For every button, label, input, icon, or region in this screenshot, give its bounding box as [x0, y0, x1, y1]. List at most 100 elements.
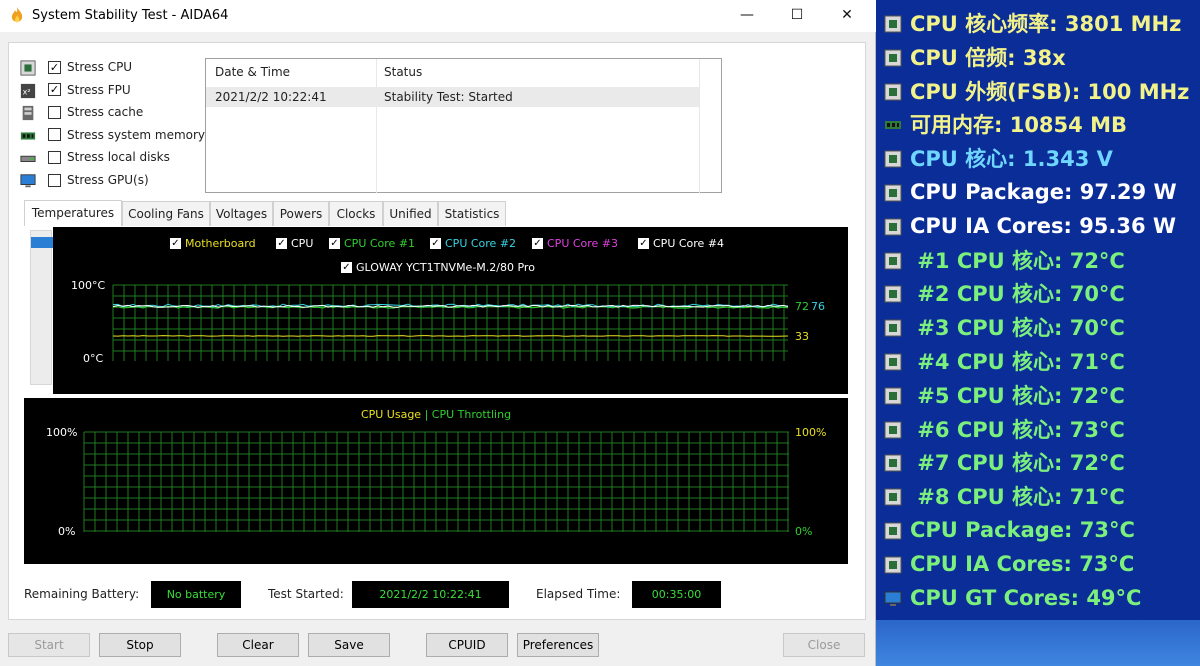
test-started-label: Test Started: [268, 587, 344, 601]
cpu-icon [884, 82, 902, 101]
stress-checkbox[interactable] [48, 150, 61, 164]
tab-cooling-fans[interactable]: Cooling Fans [122, 201, 210, 226]
cpu-icon [884, 318, 902, 337]
cpu-icon [884, 284, 902, 303]
tab-clocks[interactable]: Clocks [329, 201, 383, 226]
legend-checkbox[interactable]: ✓ [276, 238, 287, 249]
cpu-icon [884, 48, 902, 67]
stress-label: Stress FPU [67, 82, 131, 97]
osd-row: CPU 倍频: 38x [884, 40, 1066, 74]
stress-option[interactable]: ✓ Stress CPU [20, 57, 132, 77]
osd-row: CPU Package: 97.29 W [884, 175, 1177, 209]
temperature-chart [112, 284, 789, 361]
stop-button[interactable]: Stop [99, 633, 181, 657]
cpu-icon [884, 149, 902, 168]
legend-label: CPU [291, 237, 314, 250]
legend-checkbox[interactable]: ✓ [532, 238, 543, 249]
memory-icon [20, 128, 36, 142]
legend-item[interactable]: ✓ CPU Core #2 [430, 237, 516, 250]
start-button[interactable]: Start [8, 633, 90, 657]
osd-row: CPU 核心: 1.343 V [884, 141, 1113, 175]
osd-row: CPU IA Cores: 95.36 W [884, 209, 1176, 243]
tab-unified[interactable]: Unified [383, 201, 438, 226]
legend-checkbox[interactable]: ✓ [341, 262, 352, 273]
log-status: Stability Test: Started [384, 90, 513, 104]
memory-icon [884, 115, 902, 133]
close-window-button[interactable]: ✕ [824, 0, 870, 32]
osd-text: #1 CPU 核心: 72°C [910, 248, 1125, 273]
elapsed-time-value: 00:35:00 [632, 581, 721, 608]
cpu-icon [884, 183, 902, 202]
stress-option[interactable]: x² ✓ Stress FPU [20, 80, 131, 100]
stress-checkbox[interactable]: ✓ [48, 60, 61, 74]
legend-item[interactable]: ✓ CPU Core #4 [638, 237, 724, 250]
legend-checkbox[interactable]: ✓ [329, 238, 340, 249]
legend-item[interactable]: ✓ Motherboard [170, 237, 256, 250]
stress-checkbox[interactable]: ✓ [48, 83, 61, 97]
maximize-button[interactable]: ☐ [774, 0, 820, 32]
osd-row: CPU 核心频率: 3801 MHz [884, 6, 1181, 40]
cpu-icon [884, 521, 902, 540]
temperature-graph: ✓ Motherboard ✓ CPU ✓ CPU Core #1 ✓ CPU Core #2… [53, 227, 848, 394]
osd-text: CPU 核心: 1.343 V [910, 147, 1113, 172]
usage-axis-min: 0% [58, 525, 76, 538]
osd-text: #6 CPU 核心: 73°C [910, 417, 1125, 442]
title-bar[interactable]: System Stability Test - AIDA64 — ☐ ✕ [0, 0, 876, 32]
osd-text: 可用内存: 10854 MB [910, 113, 1127, 138]
stress-option[interactable]: Stress system memory [20, 125, 205, 145]
legend-label: GLOWAY YCT1TNVMe-M.2/80 Pro [356, 261, 535, 274]
log-header-status[interactable]: Status [384, 65, 422, 79]
osd-text: #5 CPU 核心: 72°C [910, 383, 1125, 408]
legend-item[interactable]: ✓ CPU [276, 237, 313, 250]
cpu-icon [884, 453, 902, 472]
osd-text: #4 CPU 核心: 71°C [910, 350, 1125, 374]
temp-value-hot1: 72 [795, 300, 809, 313]
tab-temperatures[interactable]: Temperatures [24, 200, 122, 226]
cpu-usage-chart [83, 431, 789, 532]
stress-checkbox[interactable] [48, 128, 61, 142]
window-title: System Stability Test - AIDA64 [32, 8, 229, 23]
fpu-icon: x² [20, 83, 36, 98]
legend-checkbox[interactable]: ✓ [430, 238, 441, 249]
legend-checkbox[interactable]: ✓ [170, 238, 181, 249]
stress-option[interactable]: Stress GPU(s) [20, 170, 149, 190]
log-row[interactable]: 2021/2/2 10:22:41 Stability Test: Starte… [206, 87, 699, 107]
legend-checkbox[interactable]: ✓ [638, 238, 649, 249]
stress-option[interactable]: Stress cache [20, 102, 143, 122]
osd-row: #5 CPU 核心: 72°C [884, 378, 1125, 412]
usage-value-max: 100% [795, 426, 827, 439]
preferences-button[interactable]: Preferences [517, 633, 599, 657]
osd-text: CPU GT Cores: 49°C [910, 585, 1142, 610]
clear-button[interactable]: Clear [217, 633, 299, 657]
osd-text: #3 CPU 核心: 70°C [910, 316, 1125, 341]
log-list[interactable]: Date & Time Status 2021/2/2 10:22:41 Sta… [205, 58, 722, 193]
log-header-datetime[interactable]: Date & Time [215, 65, 290, 79]
stress-option[interactable]: Stress local disks [20, 147, 170, 167]
save-button[interactable]: Save [308, 633, 390, 657]
legend-item[interactable]: ✓ CPU Core #1 [329, 237, 415, 250]
usage-axis-max: 100% [46, 426, 78, 439]
temp-value-hot2: 76 [811, 300, 825, 313]
svg-text:x²: x² [23, 87, 31, 96]
osd-text: CPU Package: 97.29 W [910, 180, 1177, 204]
stress-checkbox[interactable] [48, 105, 61, 119]
tab-powers[interactable]: Powers [273, 201, 329, 226]
temp-axis-max: 100°C [71, 279, 106, 292]
osd-text: #2 CPU 核心: 70°C [910, 282, 1125, 307]
tab-statistics[interactable]: Statistics [438, 201, 506, 226]
osd-text: CPU IA Cores: 95.36 W [910, 213, 1177, 238]
stress-label: Stress local disks [67, 150, 170, 165]
minimize-button[interactable]: — [724, 0, 770, 32]
close-button[interactable]: Close [783, 633, 865, 657]
legend-label: Motherboard [185, 237, 256, 250]
legend-item[interactable]: ✓ CPU Core #3 [532, 237, 618, 250]
legend-label: CPU Core #1 [344, 237, 416, 250]
sensor-selector[interactable] [30, 230, 53, 385]
gpu-icon [884, 589, 902, 607]
cpuid-button[interactable]: CPUID [426, 633, 508, 657]
tab-voltages[interactable]: Voltages [210, 201, 273, 226]
osd-text: CPU 核心频率: 3801 MHz [910, 12, 1182, 36]
stress-checkbox[interactable] [48, 173, 61, 187]
legend-item[interactable]: ✓ GLOWAY YCT1TNVMe-M.2/80 Pro [341, 261, 535, 274]
osd-row: CPU IA Cores: 73°C [884, 547, 1134, 581]
